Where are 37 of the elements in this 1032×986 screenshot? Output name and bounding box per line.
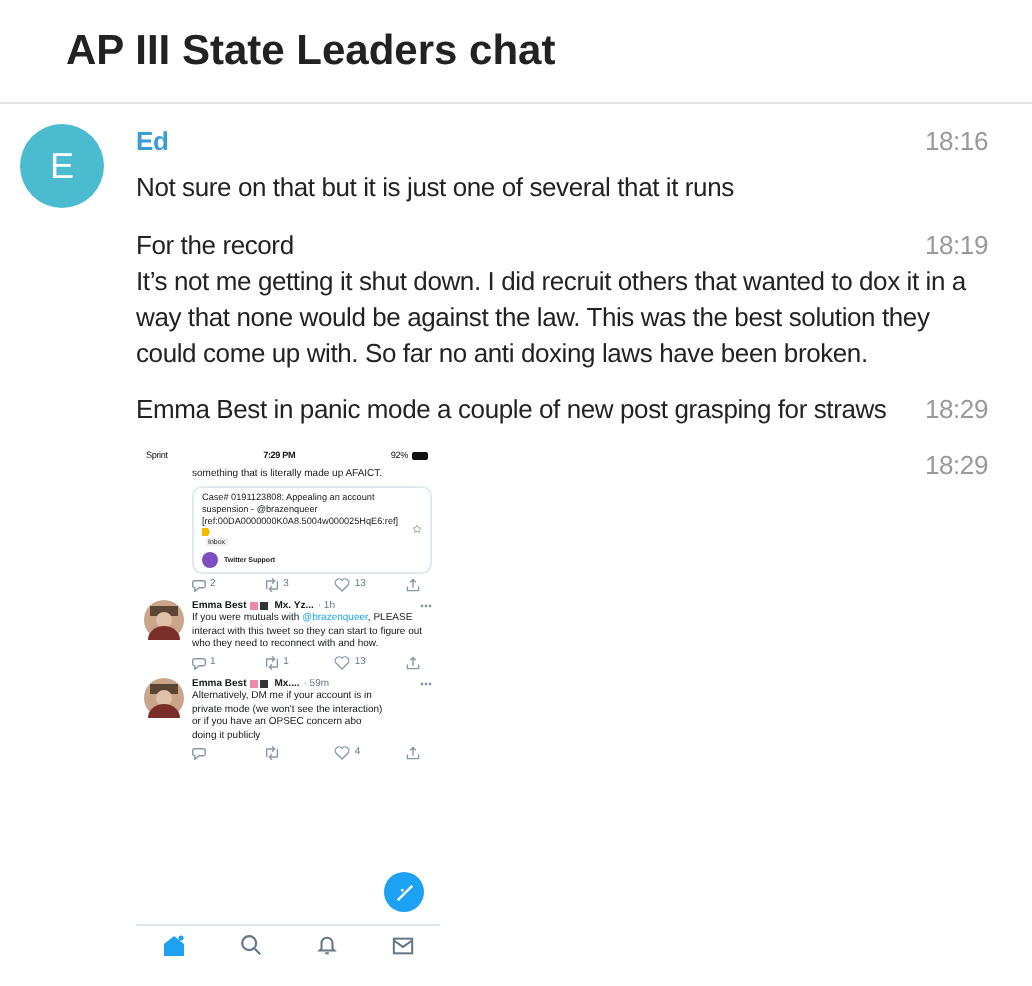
retweet-icon[interactable] [263, 577, 280, 591]
label-icon [202, 527, 210, 535]
retweet-icon[interactable] [263, 655, 280, 669]
message-time: 18:19 [924, 228, 988, 264]
user-avatar: E [20, 124, 104, 208]
battery-icon [411, 452, 430, 460]
mail-icon[interactable] [391, 935, 414, 955]
retweet-icon[interactable] [263, 746, 280, 760]
heart-icon[interactable] [334, 577, 351, 591]
heart-icon[interactable] [334, 655, 351, 669]
reply-icon[interactable] [192, 746, 206, 760]
heart-icon[interactable] [334, 746, 351, 760]
message-time: 18:29 [924, 392, 988, 428]
message-text: Emma Best in panic mode a couple of new post grasping for straws [136, 392, 889, 428]
more-icon[interactable] [420, 681, 432, 686]
sender-avatar [202, 551, 218, 567]
flag-icons [250, 679, 271, 688]
compose-button[interactable] [384, 872, 424, 912]
message-text: For the record [136, 228, 296, 264]
message-time: 18:29 [924, 448, 988, 484]
more-icon[interactable] [420, 603, 432, 608]
reply-icon[interactable] [192, 577, 206, 591]
search-icon[interactable] [240, 934, 263, 956]
feather-icon [395, 883, 413, 901]
chat-title: AP III State Leaders chat [66, 25, 556, 78]
star-icon[interactable] [412, 523, 422, 533]
share-icon[interactable] [405, 655, 420, 669]
bell-icon[interactable] [315, 934, 338, 956]
message-text: Not sure on that but it is just one of several that it runs [136, 170, 736, 206]
share-icon[interactable] [405, 746, 420, 760]
sender-name: Ed [136, 124, 171, 160]
message-text: It’s not me getting it shut down. I did recruit others that wanted to dox it in a way that none would be against the law. This was the best solution they could come up with. So far no anti doxing laws have been broken. [136, 264, 969, 372]
reply-icon[interactable] [192, 655, 206, 669]
share-icon[interactable] [405, 577, 420, 591]
home-icon[interactable] [162, 933, 187, 957]
message-time: 18:16 [924, 124, 988, 160]
flag-icons [250, 601, 271, 610]
